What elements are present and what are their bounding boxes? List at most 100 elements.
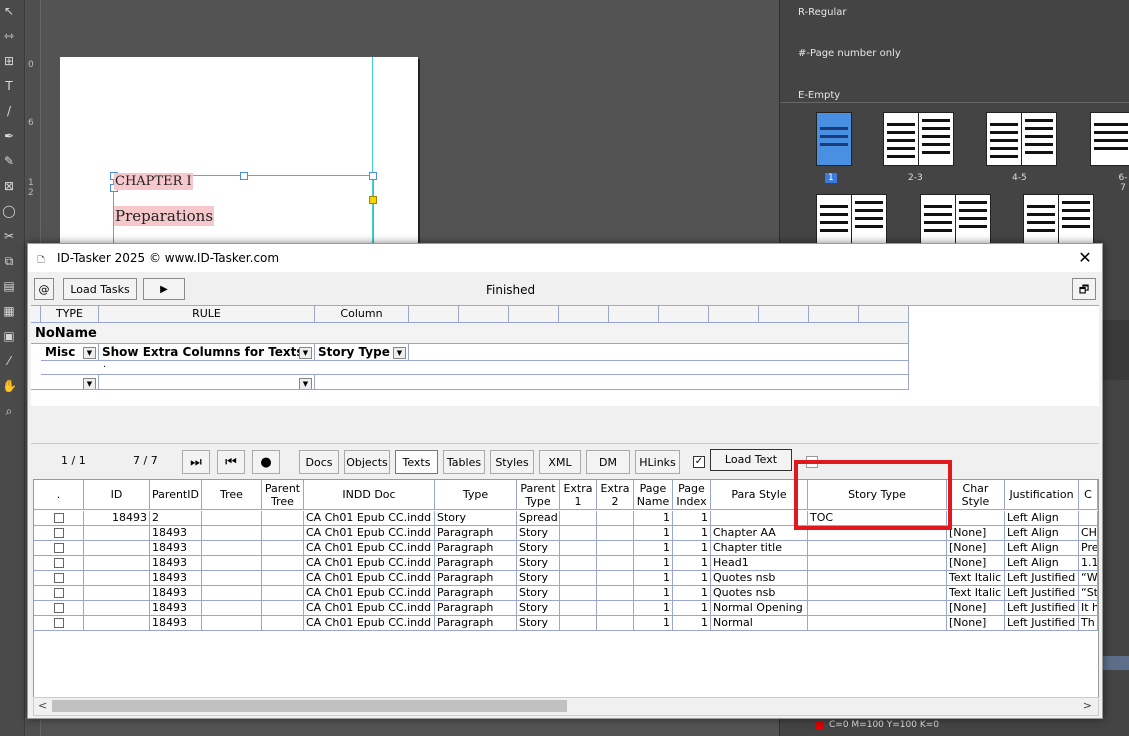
scroll-thumb[interactable] — [52, 700, 567, 712]
cell-justification[interactable]: Left Justified — [1005, 586, 1079, 601]
cell-type[interactable]: Paragraph — [435, 586, 517, 601]
tab-xml[interactable]: XML — [539, 450, 581, 474]
cell-char-style[interactable]: [None] — [947, 541, 1005, 556]
cell-empty[interactable] — [597, 526, 634, 541]
load-text-checkbox[interactable]: ✓ — [693, 456, 705, 468]
cell-empty[interactable] — [597, 511, 634, 526]
rule-sub-row[interactable]: . — [41, 361, 909, 375]
row-select-cell[interactable] — [34, 526, 84, 541]
page-thumb-2[interactable] — [883, 112, 919, 166]
cell-c[interactable]: It h — [1079, 601, 1098, 616]
cell-char-style[interactable] — [947, 511, 1005, 526]
cell-page-index[interactable]: 1 — [673, 556, 711, 571]
cell-c[interactable] — [1079, 511, 1098, 526]
load-tasks-button[interactable]: Load Tasks — [63, 278, 137, 300]
cell-parent-id[interactable]: 18493 — [150, 541, 202, 556]
close-icon[interactable]: ✕ — [1074, 247, 1096, 269]
gradient-icon[interactable]: ▤ — [2, 279, 16, 293]
cell-char-style[interactable]: Text Italic — [947, 571, 1005, 586]
pencil-icon[interactable]: ✎ — [2, 154, 16, 168]
column-header[interactable]: Parent Type — [517, 480, 560, 510]
new-rule-name-cell[interactable]: ▼ — [99, 375, 315, 390]
cell-doc[interactable]: CA Ch01 Epub CC.indd — [304, 511, 435, 526]
cell-page-name[interactable]: 1 — [634, 541, 673, 556]
transform-icon[interactable]: ⧉ — [2, 254, 16, 268]
cell-para-style[interactable]: Chapter title — [711, 541, 808, 556]
cell-empty[interactable] — [202, 526, 262, 541]
pen-icon[interactable]: ✒ — [2, 129, 16, 143]
cell-id[interactable] — [84, 586, 150, 601]
page-thumb-6[interactable] — [1090, 112, 1129, 166]
cell-empty[interactable] — [597, 616, 634, 631]
cell-justification[interactable]: Left Justified — [1005, 616, 1079, 631]
cell-parent-type[interactable]: Story — [517, 586, 560, 601]
cell-parent-id[interactable]: 2 — [150, 511, 202, 526]
cell-page-name[interactable]: 1 — [634, 601, 673, 616]
cell-doc[interactable]: CA Ch01 Epub CC.indd — [304, 556, 435, 571]
rule-column-cell[interactable]: Story Type ▼ — [315, 344, 409, 361]
page-thumb-12[interactable] — [1023, 194, 1059, 244]
cell-page-name[interactable]: 1 — [634, 586, 673, 601]
chapter-heading-text[interactable]: CHAPTER I — [114, 173, 193, 190]
cell-story-type[interactable] — [808, 571, 947, 586]
column-header[interactable]: ParentID — [150, 480, 202, 510]
column-header[interactable]: Page Index — [673, 480, 711, 510]
column-header[interactable]: . — [34, 480, 84, 510]
cell-id[interactable] — [84, 601, 150, 616]
last-record-icon[interactable]: ⏭ — [182, 450, 210, 474]
row-checkbox[interactable] — [54, 513, 64, 523]
cell-justification[interactable]: Left Justified — [1005, 571, 1079, 586]
cell-char-style[interactable]: [None] — [947, 601, 1005, 616]
page-label-2-3[interactable]: 2-3 — [908, 173, 923, 183]
cell-justification[interactable]: Left Align — [1005, 526, 1079, 541]
note-icon[interactable]: ▣ — [2, 329, 16, 343]
cell-empty[interactable] — [262, 541, 304, 556]
cell-type[interactable]: Paragraph — [435, 571, 517, 586]
page-thumb-13[interactable] — [1058, 194, 1094, 244]
cell-char-style[interactable]: Text Italic — [947, 586, 1005, 601]
cell-parent-type[interactable]: Story — [517, 556, 560, 571]
cell-justification[interactable]: Left Align — [1005, 556, 1079, 571]
cell-empty[interactable] — [262, 511, 304, 526]
rule-extra-cells[interactable] — [409, 344, 909, 361]
cell-empty[interactable] — [262, 586, 304, 601]
cell-id[interactable] — [84, 616, 150, 631]
row-select-cell[interactable] — [34, 541, 84, 556]
cell-para-style[interactable]: Head1 — [711, 556, 808, 571]
cell-empty[interactable] — [560, 556, 597, 571]
row-select-cell[interactable] — [34, 511, 84, 526]
row-checkbox[interactable] — [54, 588, 64, 598]
cell-empty[interactable] — [560, 526, 597, 541]
row-select-cell[interactable] — [34, 616, 84, 631]
tab-docs[interactable]: Docs — [299, 450, 339, 474]
cell-story-type[interactable] — [808, 601, 947, 616]
cell-justification[interactable]: Left Justified — [1005, 601, 1079, 616]
tab-texts[interactable]: Texts — [395, 450, 438, 474]
page-thumb-1[interactable] — [816, 112, 852, 166]
rule-type-cell[interactable]: Misc ▼ — [41, 344, 99, 361]
column-header[interactable]: Parent Tree — [262, 480, 304, 510]
chevron-down-icon[interactable]: ▼ — [83, 347, 96, 359]
cell-id[interactable]: 18493 — [84, 511, 150, 526]
cell-c[interactable]: Th — [1079, 616, 1098, 631]
cell-page-index[interactable]: 1 — [673, 526, 711, 541]
page-thumb-8[interactable] — [816, 194, 852, 244]
selection-icon[interactable]: ↖ — [2, 4, 16, 18]
cell-parent-type[interactable]: Story — [517, 601, 560, 616]
run-icon[interactable]: ▶ — [143, 278, 185, 300]
column-header[interactable]: Justification — [1005, 480, 1079, 510]
cell-c[interactable]: CH — [1079, 526, 1098, 541]
scroll-left-icon[interactable]: < — [38, 699, 47, 712]
page-thumb-9[interactable] — [851, 194, 887, 244]
cell-para-style[interactable]: Quotes nsb — [711, 586, 808, 601]
column-header[interactable]: INDD Doc — [304, 480, 435, 510]
scissors-icon[interactable]: ✂ — [2, 229, 16, 243]
swatch-row[interactable]: C=0 M=100 Y=100 K=0 — [815, 720, 939, 730]
master-empty[interactable]: E-Empty — [798, 90, 840, 101]
cell-c[interactable]: 1.1 — [1079, 556, 1098, 571]
cell-type[interactable]: Paragraph — [435, 556, 517, 571]
cell-empty[interactable] — [262, 526, 304, 541]
cell-type[interactable]: Paragraph — [435, 601, 517, 616]
cell-page-index[interactable]: 1 — [673, 541, 711, 556]
cell-parent-type[interactable]: Story — [517, 571, 560, 586]
